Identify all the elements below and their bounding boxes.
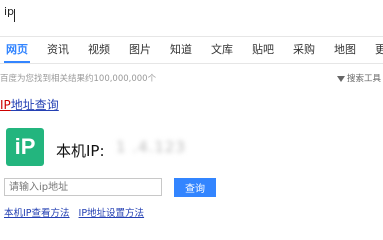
ip-lookup-card: iP 本机IP: 1 .4.123 查询 本机IP查看方法 IP地址设置方法 [4, 126, 383, 219]
tab-news[interactable]: 资讯 [47, 36, 69, 63]
ip-help-links: 本机IP查看方法 IP地址设置方法 [4, 205, 153, 219]
result-title-highlight: IP [0, 98, 11, 112]
tab-map[interactable]: 地图 [334, 36, 356, 63]
local-ip-help-link[interactable]: 本机IP查看方法 [4, 205, 70, 219]
filter-icon [336, 75, 345, 82]
ip-logo-text: iP [14, 134, 36, 159]
tab-images[interactable]: 图片 [129, 36, 151, 63]
search-tabs: 网页 资讯 视频 图片 知道 文库 贴吧 采购 地图 更 [0, 36, 383, 63]
tabs-divider [0, 63, 383, 64]
result-title-text: 地址查询 [10, 98, 59, 112]
result-title-link[interactable]: IP地址查询 [0, 96, 59, 113]
search-query[interactable]: ip [4, 5, 14, 18]
tab-web[interactable]: 网页 [4, 36, 30, 63]
text-caret [14, 9, 15, 22]
tab-video[interactable]: 视频 [88, 36, 110, 63]
query-button[interactable]: 查询 [174, 178, 216, 197]
ip-address-input[interactable] [4, 178, 162, 196]
local-ip-label: 本机IP: [56, 142, 105, 160]
tab-purchase[interactable]: 采购 [293, 36, 315, 63]
ip-logo-icon: iP [6, 128, 44, 166]
ip-settings-help-link[interactable]: IP地址设置方法 [79, 205, 145, 219]
local-ip-value: 1 .4.123 [116, 138, 187, 156]
tab-zhidao[interactable]: 知道 [170, 36, 192, 63]
result-count: 百度为您找到相关结果约100,000,000个 [0, 74, 157, 84]
search-tools-label: 搜索工具 [346, 74, 381, 84]
tab-tieba[interactable]: 贴吧 [252, 36, 274, 63]
search-bar[interactable]: ip [0, 0, 383, 37]
tab-more[interactable]: 更 [375, 36, 383, 63]
search-tools-button[interactable]: 搜索工具 [336, 72, 381, 84]
tab-wenku[interactable]: 文库 [211, 36, 233, 63]
